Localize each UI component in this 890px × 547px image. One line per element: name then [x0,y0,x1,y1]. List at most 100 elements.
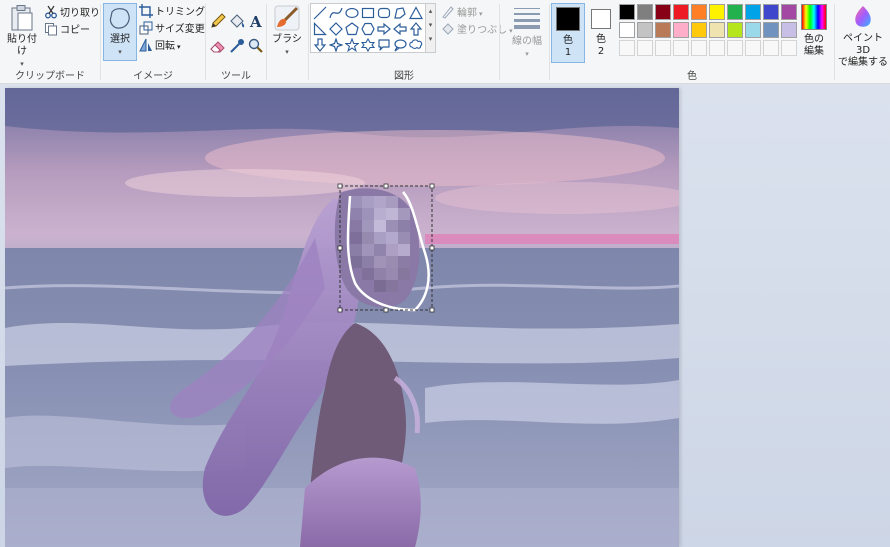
fill-button[interactable]: 塗りつぶし ▾ [441,22,513,38]
chevron-down-icon[interactable]: ▾ [426,18,435,32]
color-swatch[interactable] [763,4,779,20]
svg-text:A: A [249,13,262,30]
right-triangle-shape-icon[interactable] [313,22,327,36]
custom-color-slot[interactable] [781,40,797,56]
color-swatch[interactable] [709,4,725,20]
divider [549,4,550,80]
color-swatch[interactable] [655,4,671,20]
paste-button[interactable]: 貼り付け ▾ [3,4,41,68]
copy-button[interactable]: コピー [44,22,90,38]
size-label: 線の幅 [512,36,542,47]
polygon-shape-icon[interactable] [393,6,407,20]
color-swatch[interactable] [637,22,653,38]
line-shape-icon[interactable] [313,6,327,20]
color-swatch[interactable] [619,4,635,20]
color-swatch[interactable] [619,22,635,38]
custom-color-slot[interactable] [673,40,689,56]
five-point-star-shape-icon[interactable] [345,38,359,52]
paint3d-label: ペイント 3D [843,33,883,56]
edit-colors-label: 色の [804,34,824,45]
oval-shape-icon[interactable] [345,6,359,20]
divider [499,4,500,80]
resize-button[interactable]: サイズ変更 [139,21,205,37]
curve-shape-icon[interactable] [329,6,343,20]
color1-number: 1 [564,47,572,58]
shapes-gallery-scrollbar[interactable]: ▴ ▾ ▾ [426,3,436,53]
color-swatch[interactable] [691,22,707,38]
color-swatch[interactable] [673,4,689,20]
color-swatch[interactable] [745,4,761,20]
color-swatch[interactable] [691,4,707,20]
text-icon[interactable]: A [247,12,265,30]
color-swatch[interactable] [709,22,725,38]
outline-button[interactable]: 輪郭 ▾ [441,5,483,21]
edit-with-paint3d-button[interactable]: ペイント 3D で編集する [836,4,890,68]
divider [266,4,267,80]
custom-color-slot[interactable] [655,40,671,56]
right-arrow-shape-icon[interactable] [377,22,391,36]
copy-icon [45,23,57,36]
cut-button[interactable]: 切り取り [44,5,100,21]
custom-color-slot[interactable] [637,40,653,56]
brushes-button[interactable]: ブラシ ▾ [269,4,305,62]
color2-label: 色 [596,34,606,45]
size-button[interactable]: 線の幅 ▾ [506,6,548,62]
color-swatch[interactable] [727,22,743,38]
color-swatch[interactable] [673,22,689,38]
color-swatch[interactable] [727,4,743,20]
crop-label: トリミング [155,7,205,18]
drawing-canvas[interactable] [5,88,679,547]
chevron-up-icon[interactable]: ▴ [426,4,435,18]
workspace [0,84,890,547]
chevron-down-icon: ▾ [177,43,181,51]
color-swatch[interactable] [637,4,653,20]
crop-button[interactable]: トリミング [139,4,205,20]
four-point-star-shape-icon[interactable] [329,38,343,52]
custom-color-slot[interactable] [727,40,743,56]
pencil-icon[interactable] [209,12,227,30]
hexagon-shape-icon[interactable] [361,22,375,36]
custom-color-slot[interactable] [619,40,635,56]
color-picker-icon[interactable] [228,37,246,55]
edit-colors-button[interactable]: 色の 編集 [798,4,830,62]
oval-callout-shape-icon[interactable] [393,38,407,52]
select-button[interactable]: 選択 ▾ [103,3,137,61]
fill-bucket-icon[interactable] [228,12,246,30]
custom-color-slot[interactable] [763,40,779,56]
shapes-group-label: 図形 [394,71,414,82]
diamond-shape-icon[interactable] [329,22,343,36]
brushes-label: ブラシ [272,34,302,45]
color-swatch[interactable] [745,22,761,38]
six-point-star-shape-icon[interactable] [361,38,375,52]
color2-button[interactable]: 色 2 [586,3,616,63]
color-swatch[interactable] [655,22,671,38]
triangle-shape-icon[interactable] [409,6,423,20]
custom-color-slot[interactable] [691,40,707,56]
pentagon-shape-icon[interactable] [345,22,359,36]
magnifier-icon[interactable] [247,37,265,55]
rotate-button[interactable]: 回転 ▾ [139,38,181,54]
eraser-icon[interactable] [209,37,227,55]
color-swatch[interactable] [763,22,779,38]
down-arrow-shape-icon[interactable] [313,38,327,52]
resize-icon [139,21,153,35]
color-swatch[interactable] [781,4,797,20]
color1-button[interactable]: 色 1 [551,3,585,63]
rectangle-shape-icon[interactable] [361,6,375,20]
shapes-gallery [310,3,426,53]
clipboard-group: 貼り付け ▾ 切り取り コピー クリップボード [0,0,100,84]
custom-color-slot[interactable] [745,40,761,56]
color-swatch[interactable] [781,22,797,38]
chevron-down-icon: ▾ [479,10,483,18]
chevron-down-icon: ▾ [525,50,529,58]
color2-number: 2 [597,46,605,57]
rounded-rectangle-shape-icon[interactable] [377,6,391,20]
left-arrow-shape-icon[interactable] [393,22,407,36]
cloud-callout-shape-icon[interactable] [409,38,423,52]
up-arrow-shape-icon[interactable] [409,22,423,36]
more-icon[interactable]: ▾ [426,32,435,46]
divider [834,4,835,80]
rounded-callout-shape-icon[interactable] [377,38,391,52]
custom-color-slot[interactable] [709,40,725,56]
cut-label: 切り取り [60,8,100,19]
